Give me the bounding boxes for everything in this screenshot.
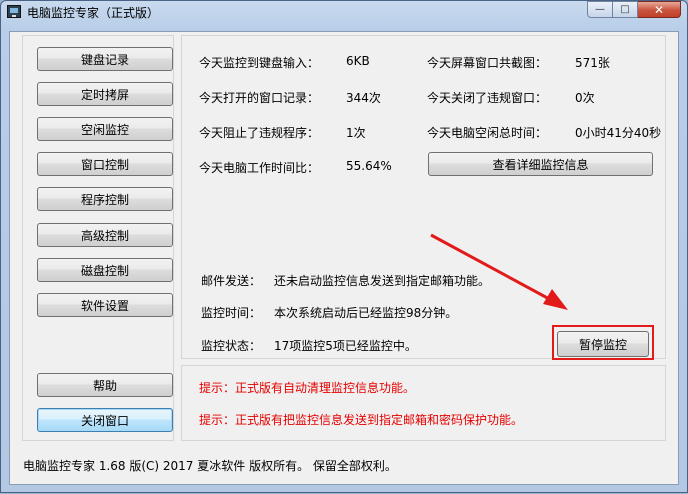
title-bar[interactable]: 电脑监控专家（正式版） — □ ✕ (1, 1, 687, 23)
windows-opened-label: 今天打开的窗口记录： (199, 91, 320, 105)
help-button[interactable]: 帮助 (37, 373, 173, 397)
violations-closed-label: 今天关闭了违规窗口： (427, 91, 548, 105)
mail-send-label: 邮件发送： (201, 274, 262, 288)
windows-opened-value: 344次 (346, 91, 381, 105)
tip-auto-clean: 提示：正式版有自动清理监控信息功能。 (199, 381, 416, 395)
monitor-time-label: 监控时间： (201, 306, 262, 320)
app-window: 电脑监控专家（正式版） — □ ✕ 键盘记录 定时拷屏 空闲监控 窗口控制 程序… (0, 0, 688, 493)
program-control-button[interactable]: 程序控制 (37, 187, 173, 211)
screenshots-label: 今天屏幕窗口共截图： (427, 56, 548, 70)
copyright-footer: 电脑监控专家 1.68 版(C) 2017 夏冰软件 版权所有。 保留全部权利。 (23, 459, 397, 473)
view-details-button[interactable]: 查看详细监控信息 (428, 152, 653, 176)
window-controls: — □ ✕ (587, 1, 681, 18)
disk-control-button[interactable]: 磁盘控制 (37, 258, 173, 282)
software-settings-button[interactable]: 软件设置 (37, 293, 173, 317)
maximize-icon: □ (620, 4, 630, 15)
stats-panel: 今天监控到键盘输入： 6KB 今天屏幕窗口共截图： 571张 今天打开的窗口记录… (181, 35, 666, 359)
keyboard-input-label: 今天监控到键盘输入： (199, 56, 320, 70)
work-ratio-label: 今天电脑工作时间比： (199, 161, 320, 175)
close-window-main-button[interactable]: 关闭窗口 (37, 408, 173, 432)
window-control-button[interactable]: 窗口控制 (37, 152, 173, 176)
advanced-control-button[interactable]: 高级控制 (37, 223, 173, 247)
minimize-icon: — (595, 4, 605, 15)
keyboard-input-value: 6KB (346, 54, 370, 68)
annotation-highlight-box (552, 325, 654, 360)
idle-time-value: 0小时41分40秒 (575, 126, 662, 140)
close-icon: ✕ (653, 2, 665, 17)
idle-monitor-button[interactable]: 空闲监控 (37, 117, 173, 141)
programs-blocked-value: 1次 (346, 126, 366, 140)
violations-closed-value: 0次 (575, 91, 595, 105)
monitor-app-icon (7, 5, 21, 18)
idle-time-label: 今天电脑空闲总时间： (427, 126, 548, 140)
sidebar: 键盘记录 定时拷屏 空闲监控 窗口控制 程序控制 高级控制 磁盘控制 软件设置 … (22, 35, 174, 441)
mail-send-value: 还未启动监控信息发送到指定邮箱功能。 (274, 274, 491, 288)
monitor-state-value: 17项监控5项已经监控中。 (274, 339, 417, 353)
keyboard-log-button[interactable]: 键盘记录 (37, 47, 173, 71)
monitor-state-label: 监控状态： (201, 339, 262, 353)
minimize-button[interactable]: — (587, 1, 613, 18)
maximize-button[interactable]: □ (613, 1, 638, 18)
tip-email-password: 提示：正式版有把监控信息发送到指定邮箱和密码保护功能。 (199, 413, 524, 427)
monitor-time-value: 本次系统启动后已经监控98分钟。 (274, 306, 458, 320)
programs-blocked-label: 今天阻止了违规程序： (199, 126, 320, 140)
client-area: 键盘记录 定时拷屏 空闲监控 窗口控制 程序控制 高级控制 磁盘控制 软件设置 … (9, 31, 679, 485)
tips-panel: 提示：正式版有自动清理监控信息功能。 提示：正式版有把监控信息发送到指定邮箱和密… (181, 365, 666, 441)
window-title: 电脑监控专家（正式版） (27, 6, 160, 20)
screenshots-value: 571张 (575, 56, 610, 70)
work-ratio-value: 55.64% (346, 159, 392, 173)
timed-screenshot-button[interactable]: 定时拷屏 (37, 82, 173, 106)
close-window-button[interactable]: ✕ (638, 1, 681, 18)
